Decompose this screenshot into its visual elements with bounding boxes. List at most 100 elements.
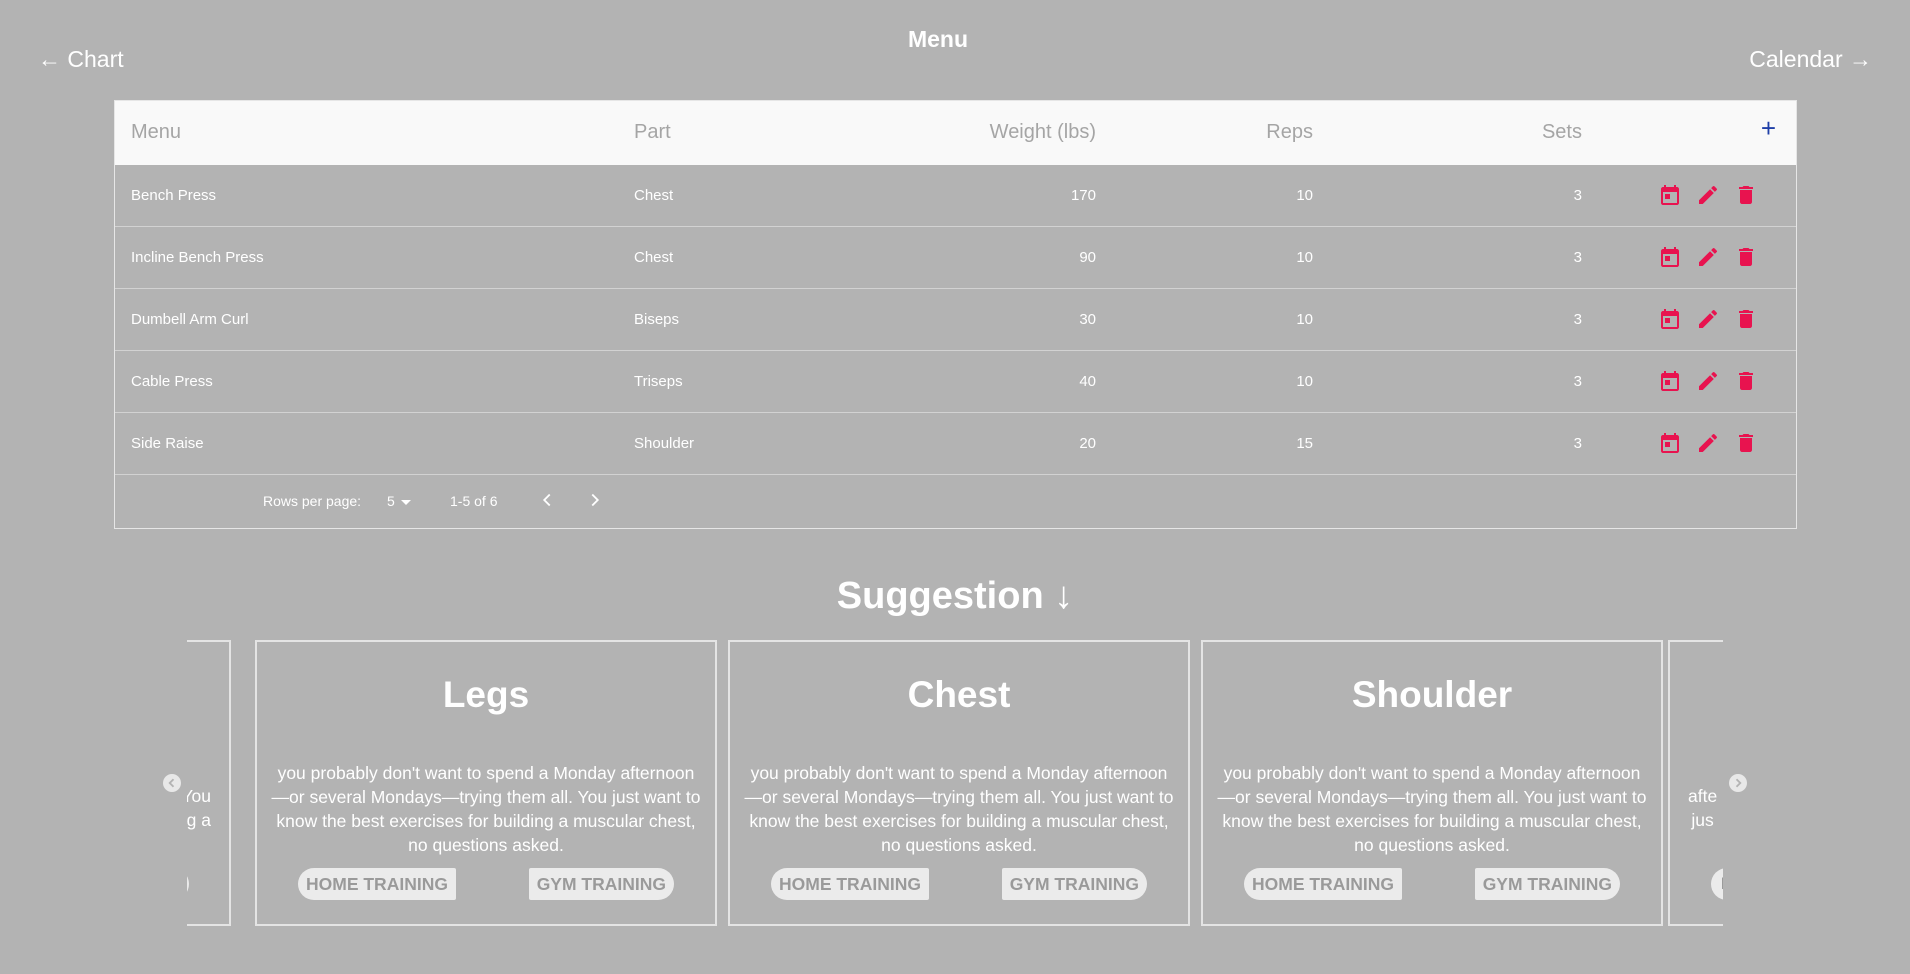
row-actions [1658, 245, 1758, 269]
card-description: you probably don't want to spend a Monda… [271, 763, 701, 855]
calendar-icon [1658, 183, 1682, 207]
calendar-button[interactable] [1658, 245, 1682, 269]
partial-right-button[interactable]: H [1711, 868, 1723, 900]
calendar-button[interactable] [1658, 307, 1682, 331]
gym-training-button[interactable]: GYM TRAINING [528, 868, 674, 900]
card-title: Chest [907, 674, 1011, 715]
row-actions [1658, 369, 1758, 393]
chevron-left-icon [542, 493, 551, 507]
calendar-icon [1658, 431, 1682, 455]
partial-right-line: jus [1691, 810, 1714, 830]
cell-part: Chest [634, 249, 674, 266]
cell-sets: 3 [1573, 311, 1582, 328]
table-row: Bench Press Chest 170 10 3 [115, 165, 1796, 227]
delete-icon [1734, 307, 1758, 331]
edit-icon [1696, 307, 1720, 331]
cell-weight: 20 [1079, 435, 1096, 452]
calendar-icon [1658, 369, 1682, 393]
rows-per-page-select[interactable]: 5 [387, 493, 411, 509]
rows-per-page-value: 5 [387, 493, 395, 509]
cell-reps: 10 [1296, 187, 1313, 204]
suggestion-card: Legs you probably don't want to spend a M… [255, 640, 717, 926]
cell-weight: 30 [1079, 311, 1096, 328]
add-icon[interactable]: + [1761, 115, 1776, 141]
menu-table: Menu Part Weight (lbs) Reps Sets + Bench… [114, 100, 1797, 529]
partial-left-line: g a [187, 810, 211, 830]
delete-icon [1734, 369, 1758, 393]
chevron-right-icon [591, 493, 600, 507]
nav-calendar-link[interactable]: Calendar → [1749, 46, 1872, 73]
delete-icon [1734, 245, 1758, 269]
suggestion-card: Shoulder you probably don't want to spend… [1201, 640, 1663, 926]
edit-button[interactable] [1696, 431, 1720, 455]
cell-reps: 10 [1296, 249, 1313, 266]
calendar-button[interactable] [1658, 369, 1682, 393]
edit-icon [1696, 431, 1720, 455]
delete-icon [1734, 183, 1758, 207]
delete-button[interactable] [1734, 307, 1758, 331]
card-description: you probably don't want to spend a Monda… [744, 763, 1174, 855]
carousel-next-button[interactable] [1729, 774, 1747, 792]
delete-button[interactable] [1734, 369, 1758, 393]
page-title: Menu [907, 26, 969, 52]
table-row: Side Raise Shoulder 20 15 3 [115, 413, 1796, 475]
edit-icon [1696, 245, 1720, 269]
home-training-button[interactable]: HOME TRAINING [771, 868, 929, 900]
table-header: Menu Part Weight (lbs) Reps Sets + [115, 101, 1796, 165]
rows-per-page-label: Rows per page: [263, 493, 362, 509]
delete-button[interactable] [1734, 183, 1758, 207]
partial-card-left-text: You g a [187, 784, 211, 832]
partial-card-left: You g a G [187, 640, 231, 926]
partial-left-button[interactable]: G [187, 868, 189, 900]
next-page-button[interactable] [584, 489, 606, 511]
cell-part: Triseps [634, 373, 683, 390]
edit-icon [1696, 183, 1720, 207]
gym-training-button[interactable]: GYM TRAINING [1474, 868, 1620, 900]
suggestion-card: Chest you probably don't want to spend a … [728, 640, 1190, 926]
cell-sets: 3 [1573, 373, 1582, 390]
calendar-button[interactable] [1658, 431, 1682, 455]
header-reps: Reps [1266, 121, 1313, 143]
delete-icon [1734, 431, 1758, 455]
calendar-button[interactable] [1658, 183, 1682, 207]
suggestion-title: Suggestion ↓ [836, 575, 1074, 617]
header-sets: Sets [1541, 121, 1582, 143]
cell-menu: Dumbell Arm Curl [131, 311, 249, 328]
calendar-icon [1658, 307, 1682, 331]
header-part: Part [634, 121, 671, 143]
cell-sets: 3 [1573, 249, 1582, 266]
table-row: Incline Bench Press Chest 90 10 3 [115, 227, 1796, 289]
partial-right-line: afte [1688, 786, 1718, 806]
caret-down-icon [400, 499, 411, 505]
row-actions [1658, 431, 1758, 455]
card-title: Legs [442, 674, 530, 715]
cell-reps: 10 [1296, 373, 1313, 390]
carousel-prev-button[interactable] [163, 774, 181, 792]
home-training-button[interactable]: HOME TRAINING [1244, 868, 1402, 900]
cell-weight: 90 [1079, 249, 1096, 266]
delete-button[interactable] [1734, 245, 1758, 269]
card-description: you probably don't want to spend a Monda… [1217, 763, 1647, 855]
card-title: Shoulder [1351, 674, 1513, 715]
cell-menu: Bench Press [131, 187, 217, 204]
header-menu: Menu [131, 121, 182, 143]
gym-training-button[interactable]: GYM TRAINING [1001, 868, 1147, 900]
delete-button[interactable] [1734, 431, 1758, 455]
edit-button[interactable] [1696, 245, 1720, 269]
cell-menu: Side Raise [131, 435, 204, 452]
table-row: Cable Press Triseps 40 10 3 [115, 351, 1796, 413]
row-actions [1658, 307, 1758, 331]
edit-button[interactable] [1696, 307, 1720, 331]
cell-reps: 10 [1296, 311, 1313, 328]
edit-button[interactable] [1696, 369, 1720, 393]
home-training-button[interactable]: HOME TRAINING [298, 868, 456, 900]
pagination-range: 1-5 of 6 [450, 493, 498, 509]
table-body: Bench Press Chest 170 10 3 Incline Bench Pres… [115, 165, 1796, 475]
cell-weight: 40 [1079, 373, 1096, 390]
table-pagination: Rows per page: 5 1-5 of 6 [115, 475, 1796, 528]
chevron-left-icon [168, 778, 175, 788]
partial-card-right-text: afte jus [1688, 784, 1717, 832]
edit-button[interactable] [1696, 183, 1720, 207]
calendar-icon [1658, 245, 1682, 269]
previous-page-button[interactable] [536, 489, 558, 511]
